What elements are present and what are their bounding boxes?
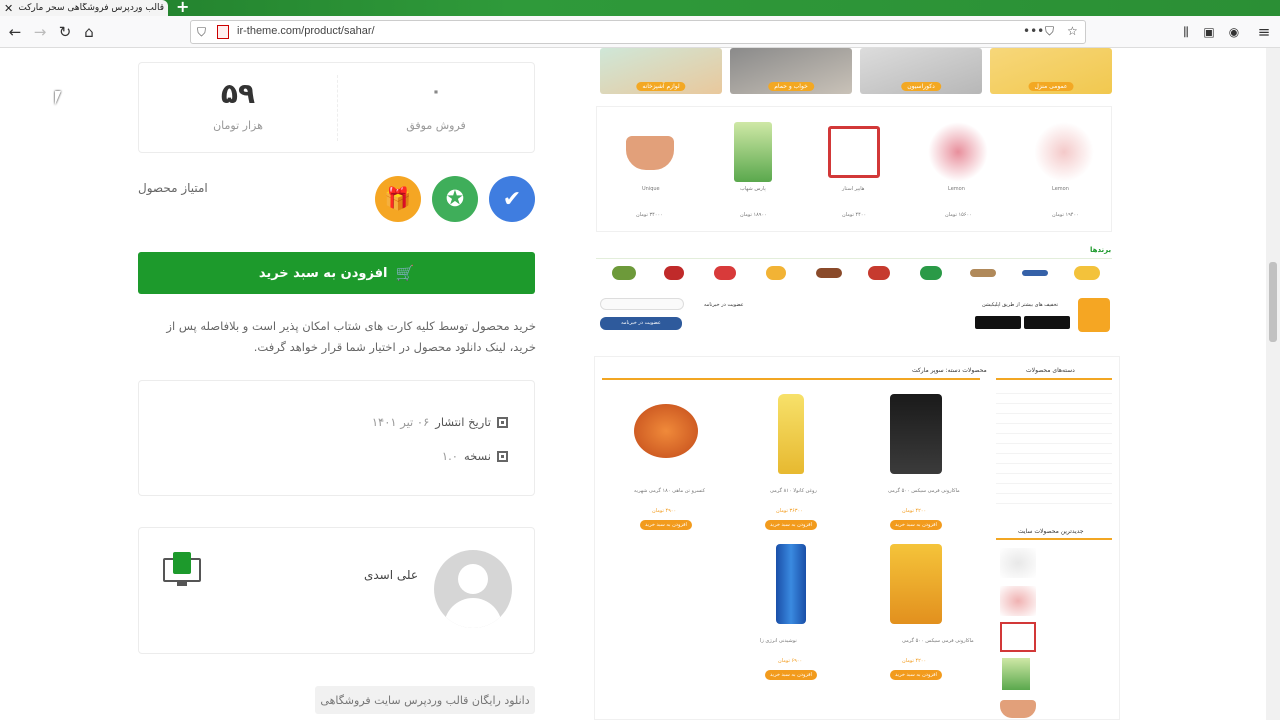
site-favicon xyxy=(217,25,229,39)
category-card-1: عمومی منزل xyxy=(990,48,1112,94)
sidebar-title-2: جدیدترین محصولات سایت xyxy=(1018,528,1084,535)
version-label: نسخه xyxy=(463,449,491,463)
row-product-4 xyxy=(734,122,772,182)
tab-title: قالب وردپرس فروشگاهی سحر مارکت xyxy=(18,3,164,13)
row-product-1 xyxy=(1034,122,1094,182)
sidebar-title: دسته‌های محصولات xyxy=(1026,367,1075,374)
add-to-cart-label: افزودن به سبد خرید xyxy=(258,265,388,281)
sibapp-badge xyxy=(975,316,1021,329)
bazaar-badge xyxy=(1024,316,1070,329)
shield-icon: ⛉ xyxy=(197,25,207,39)
sidebar-thumb xyxy=(1000,622,1036,652)
brand-logo xyxy=(816,268,842,278)
brand-logo xyxy=(1074,266,1100,280)
close-tab-icon[interactable]: ✕ xyxy=(4,2,13,15)
shop-icon xyxy=(163,552,201,586)
scrollbar[interactable] xyxy=(1266,48,1280,720)
app-bag-icon xyxy=(1078,298,1110,332)
reload-icon[interactable]: ↻ xyxy=(55,22,75,42)
row-product-5 xyxy=(626,136,674,170)
version-icon xyxy=(497,450,508,462)
price-unit: هزار تومان xyxy=(213,119,263,132)
sales-value: ۰ xyxy=(430,81,442,102)
sidebar-thumb xyxy=(1002,658,1030,690)
sidebar-thumb xyxy=(1000,548,1036,578)
bookmark-star-icon[interactable]: ☆ xyxy=(1067,24,1078,38)
version-value: ۱.۰ xyxy=(441,449,458,463)
add-to-cart-button[interactable]: 🛒 افزودن به سبد خرید xyxy=(138,252,535,294)
tag-download-button[interactable]: دانلود رایگان قالب وردپرس سایت فروشگاهی xyxy=(315,686,535,714)
brand-logo xyxy=(868,266,890,280)
row-product-2 xyxy=(928,122,988,182)
mouse-cursor xyxy=(55,91,61,105)
url-text: ir-theme.com/product/sahar/ xyxy=(237,25,375,37)
check-badge-icon[interactable]: ✔ xyxy=(489,176,535,222)
menu-icon[interactable]: ≡ xyxy=(1254,22,1274,42)
forward-icon[interactable]: → xyxy=(30,22,50,42)
home-icon[interactable]: ⌂ xyxy=(79,22,99,42)
address-bar[interactable]: ⛉ ir-theme.com/product/sahar/ ••• ⛉ ☆ xyxy=(190,20,1086,44)
app-promo-text: تخفیف های بیشتر از طریق اپلیکیشن xyxy=(982,302,1059,308)
author-name[interactable]: علی اسدی xyxy=(364,568,418,582)
calendar-icon xyxy=(497,416,508,428)
newsletter-input xyxy=(600,298,684,310)
more-icon[interactable]: ••• xyxy=(1023,24,1044,38)
stats-card: ۵۹ هزار تومان ۰ فروش موفق xyxy=(138,62,535,153)
cart-icon: 🛒 xyxy=(395,264,415,282)
brand-logo xyxy=(920,266,942,280)
brand-logo xyxy=(714,266,736,280)
grid-product-3 xyxy=(634,404,698,458)
library-icon[interactable]: ⫼ xyxy=(1176,22,1196,42)
grid-product-4 xyxy=(890,544,942,624)
sidebar-thumb xyxy=(1000,700,1036,718)
category-card-2: دکوراسیون xyxy=(860,48,982,94)
sidebar-icon[interactable]: ▣ xyxy=(1199,22,1219,42)
sidebar-thumb xyxy=(1000,586,1036,616)
grid-product-5 xyxy=(776,544,806,624)
pocket-icon[interactable]: ⛉ xyxy=(1045,24,1054,39)
star-badge-icon[interactable]: ✪ xyxy=(432,176,478,222)
brand-logo xyxy=(612,266,636,280)
newsletter-button: عضویت در خبرنامه xyxy=(600,317,682,330)
section-title: محصولات دسته: سوپر مارکت xyxy=(912,367,987,374)
account-icon[interactable]: ◉ xyxy=(1224,22,1244,42)
browser-titlebar xyxy=(0,0,1280,16)
price-value: ۵۹ xyxy=(220,77,256,110)
brands-title: برندها xyxy=(1090,246,1112,254)
row-product-3 xyxy=(828,126,880,178)
publish-label: تاریخ انتشار xyxy=(435,415,491,429)
brand-logo xyxy=(664,266,684,280)
grid-product-1 xyxy=(890,394,942,474)
sidebar-category-list xyxy=(996,384,1112,512)
rating-label: امتیاز محصول xyxy=(138,181,208,195)
product-meta-card: تاریخ انتشار ۰۶ تیر ۱۴۰۱ نسخه ۱.۰ xyxy=(138,380,535,496)
grid-product-2 xyxy=(778,394,804,474)
scrollbar-thumb[interactable] xyxy=(1269,262,1277,342)
back-icon[interactable]: ← xyxy=(5,22,25,42)
browser-tab[interactable]: قالب وردپرس فروشگاهی سحر مارکت ✕ xyxy=(0,0,168,16)
newsletter-title: عضویت در خبرنامه xyxy=(704,302,744,308)
brand-logo xyxy=(1022,270,1048,276)
publish-date-row: تاریخ انتشار ۰۶ تیر ۱۴۰۱ xyxy=(372,415,508,429)
publish-value: ۰۶ تیر ۱۴۰۱ xyxy=(371,415,430,429)
brand-logo xyxy=(970,269,996,277)
category-card-4: لوازم آشپزخانه xyxy=(600,48,722,94)
category-card-3: خواب و حمام xyxy=(730,48,852,94)
author-avatar xyxy=(434,550,512,628)
new-tab-icon[interactable]: + xyxy=(176,0,189,16)
brand-logo xyxy=(766,266,786,280)
sales-label: فروش موفق xyxy=(406,119,466,132)
gift-icon[interactable]: 🎁 xyxy=(375,176,421,222)
version-row: نسخه ۱.۰ xyxy=(442,449,508,463)
browser-navbar: ← → ↻ ⌂ ⛉ ir-theme.com/product/sahar/ ••… xyxy=(0,16,1280,48)
purchase-description: خرید محصول توسط کلیه کارت های شتاب امکان… xyxy=(166,319,536,354)
